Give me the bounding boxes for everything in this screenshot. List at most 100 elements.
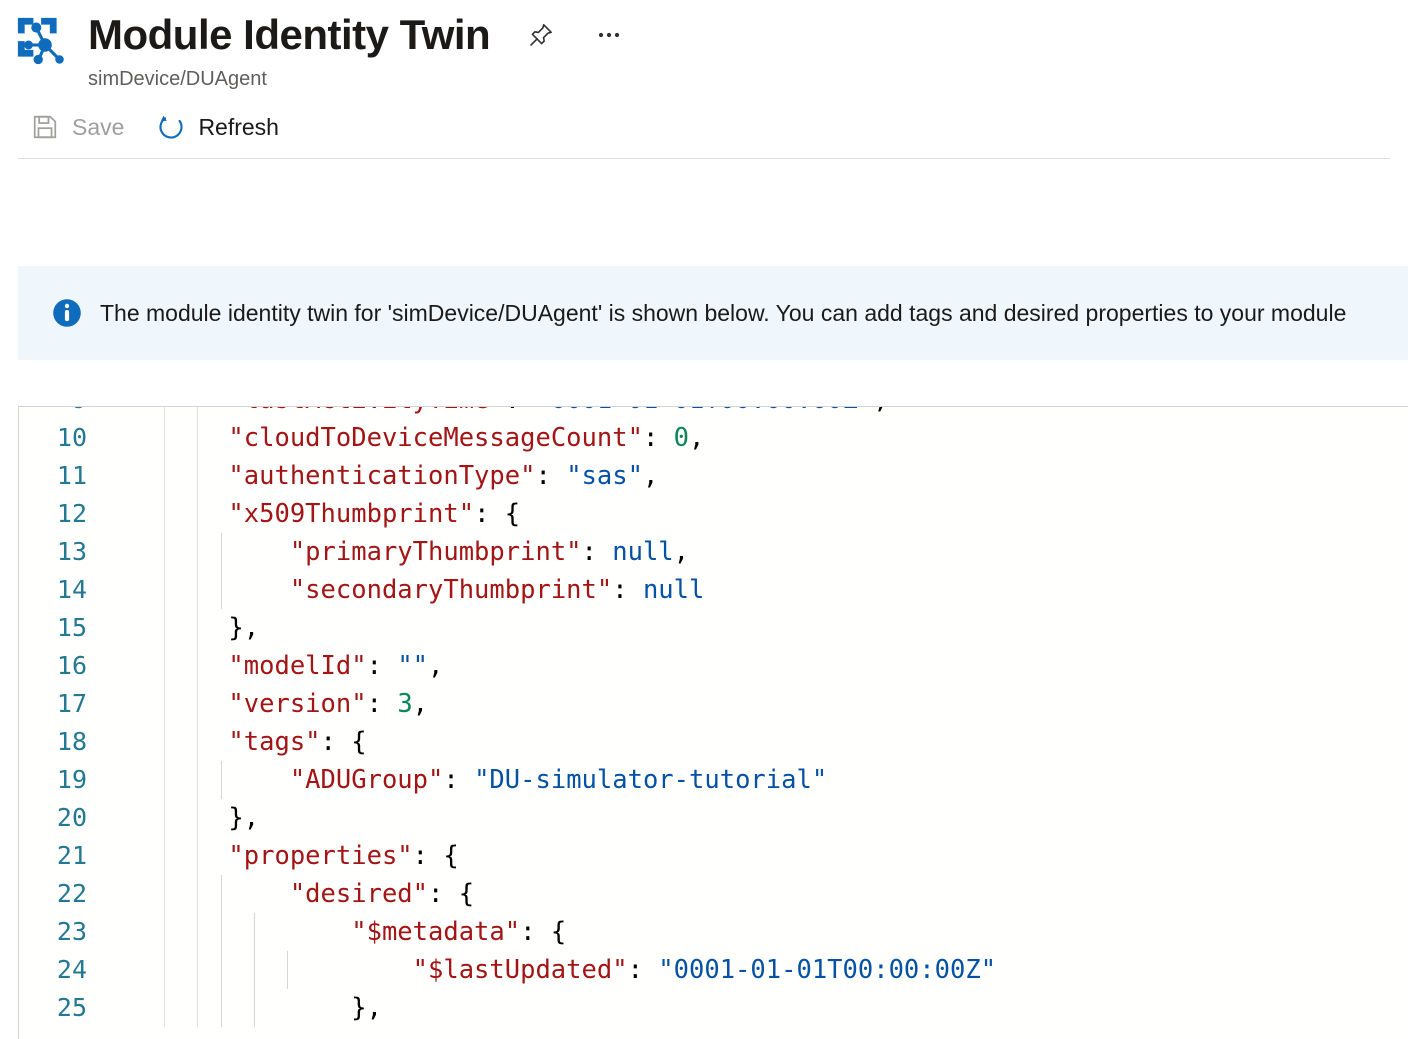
ellipsis-icon	[599, 32, 620, 38]
token-key: "lastActivityTime"	[228, 407, 504, 415]
refresh-circular-arrow-icon	[156, 112, 186, 142]
indent-guide	[254, 913, 255, 951]
code-line[interactable]: 12 "x509Thumbprint": {	[19, 495, 1408, 533]
code-line[interactable]: 21 "properties": {	[19, 837, 1408, 875]
title-block: Module Identity Twin simDevice/DUAgent	[88, 10, 626, 92]
token-punc: :	[443, 765, 475, 795]
code-line-content: "desired": {	[105, 875, 1408, 913]
indent-guide	[221, 989, 222, 1027]
page-subtitle: simDevice/DUAgent	[88, 68, 267, 90]
code-line[interactable]: 14 "secondaryThumbprint": null	[19, 571, 1408, 609]
token-punc: ,	[873, 407, 888, 415]
line-number: 15	[56, 613, 87, 642]
code-line-content: "ADUGroup": "DU-simulator-tutorial"	[105, 761, 1408, 799]
token-punc: :	[366, 651, 398, 681]
code-line[interactable]: 13 "primaryThumbprint": null,	[19, 533, 1408, 571]
gutter-divider-1	[164, 407, 165, 1027]
line-number: 24	[56, 955, 87, 984]
info-banner-text: The module identity twin for 'simDevice/…	[100, 300, 1347, 326]
token-punc: },	[228, 613, 260, 643]
line-number: 20	[56, 803, 87, 832]
page-header: Module Identity Twin simDevice/DUAgent S…	[0, 0, 1408, 159]
token-key: "modelId"	[228, 651, 367, 681]
token-key: "x509Thumbprint"	[228, 499, 475, 529]
code-line[interactable]: 24 "$lastUpdated": "0001-01-01T00:00:00Z…	[19, 951, 1408, 989]
token-key: "authenticationType"	[228, 461, 536, 491]
iot-hub-icon	[17, 17, 64, 65]
code-line-content: "version": 3,	[105, 685, 1408, 723]
save-disk-icon	[30, 112, 60, 142]
command-bar: Save Refresh	[0, 92, 1408, 158]
json-code-editor[interactable]: 9 "lastActivityTime": "0001-01-01T00:00:…	[18, 406, 1408, 1039]
code-line[interactable]: 23 "$metadata": {	[19, 913, 1408, 951]
line-number: 12	[56, 499, 87, 528]
page-title: Module Identity Twin	[88, 11, 491, 58]
token-key: "version"	[228, 689, 367, 719]
token-punc: ,	[412, 689, 429, 719]
indent-guide	[254, 951, 255, 989]
code-line[interactable]: 20 },	[19, 799, 1408, 837]
title-row: Module Identity Twin simDevice/DUAgent	[0, 10, 1408, 92]
code-line-content: "primaryThumbprint": null,	[105, 533, 1408, 571]
code-line[interactable]: 17 "version": 3,	[19, 685, 1408, 723]
code-line-content: "authenticationType": "sas",	[105, 457, 1408, 495]
token-key: "$lastUpdated"	[412, 955, 628, 985]
line-number: 10	[56, 423, 87, 452]
token-punc: :	[627, 955, 659, 985]
pin-button[interactable]	[524, 18, 558, 52]
code-line[interactable]: 9 "lastActivityTime": "0001-01-01T00:00:…	[19, 407, 1408, 419]
line-number: 14	[56, 575, 87, 604]
token-punc: :	[642, 423, 674, 453]
token-key: "desired"	[289, 879, 428, 909]
token-str: "0001-01-01T00:00:00Z"	[658, 955, 997, 985]
indent-guide	[221, 533, 222, 571]
code-line[interactable]: 22 "desired": {	[19, 875, 1408, 913]
code-line[interactable]: 16 "modelId": "",	[19, 647, 1408, 685]
code-line[interactable]: 19 "ADUGroup": "DU-simulator-tutorial"	[19, 761, 1408, 799]
token-punc: : {	[520, 917, 567, 947]
token-punc: ,	[428, 651, 444, 681]
info-banner: The module identity twin for 'simDevice/…	[18, 266, 1408, 360]
refresh-button[interactable]: Refresh	[156, 108, 289, 146]
code-line-content: "$lastUpdated": "0001-01-01T00:00:00Z"	[105, 951, 1408, 989]
code-line-content: "x509Thumbprint": {	[105, 495, 1408, 533]
token-key: "$metadata"	[351, 917, 521, 947]
code-line[interactable]: 15 },	[19, 609, 1408, 647]
token-punc: ,	[673, 537, 690, 567]
token-key: "cloudToDeviceMessageCount"	[228, 423, 643, 453]
line-number: 16	[56, 651, 87, 680]
more-options-button[interactable]	[592, 18, 626, 52]
code-line-content: "$metadata": {	[105, 913, 1408, 951]
token-punc: ,	[689, 423, 705, 453]
code-line[interactable]: 11 "authenticationType": "sas",	[19, 457, 1408, 495]
indent-guide	[221, 951, 222, 989]
save-label: Save	[72, 113, 125, 140]
code-scroll-area[interactable]: 9 "lastActivityTime": "0001-01-01T00:00:…	[19, 407, 1408, 1027]
line-number: 22	[56, 879, 87, 908]
code-line[interactable]: 10 "cloudToDeviceMessageCount": 0,	[19, 419, 1408, 457]
token-key: "secondaryThumbprint"	[289, 575, 613, 605]
save-button[interactable]: Save	[30, 108, 134, 146]
token-num: 0	[673, 423, 690, 453]
code-line-content: },	[105, 609, 1408, 647]
pin-icon	[530, 24, 553, 46]
refresh-label: Refresh	[198, 113, 279, 140]
token-str: "0001-01-01T00:00:00Z"	[535, 407, 873, 415]
code-line[interactable]: 25 },	[19, 989, 1408, 1027]
token-key: "ADUGroup"	[289, 765, 444, 795]
token-str: "DU-simulator-tutorial"	[474, 765, 828, 795]
code-line[interactable]: 18 "tags": {	[19, 723, 1408, 761]
token-null: null	[612, 537, 674, 567]
line-number: 25	[56, 993, 87, 1022]
token-str: ""	[397, 651, 429, 681]
token-null: null	[642, 575, 705, 605]
token-punc: :	[535, 461, 567, 491]
token-punc: : {	[474, 499, 521, 529]
code-line-content: "properties": {	[105, 837, 1408, 875]
token-punc: :	[581, 537, 613, 567]
